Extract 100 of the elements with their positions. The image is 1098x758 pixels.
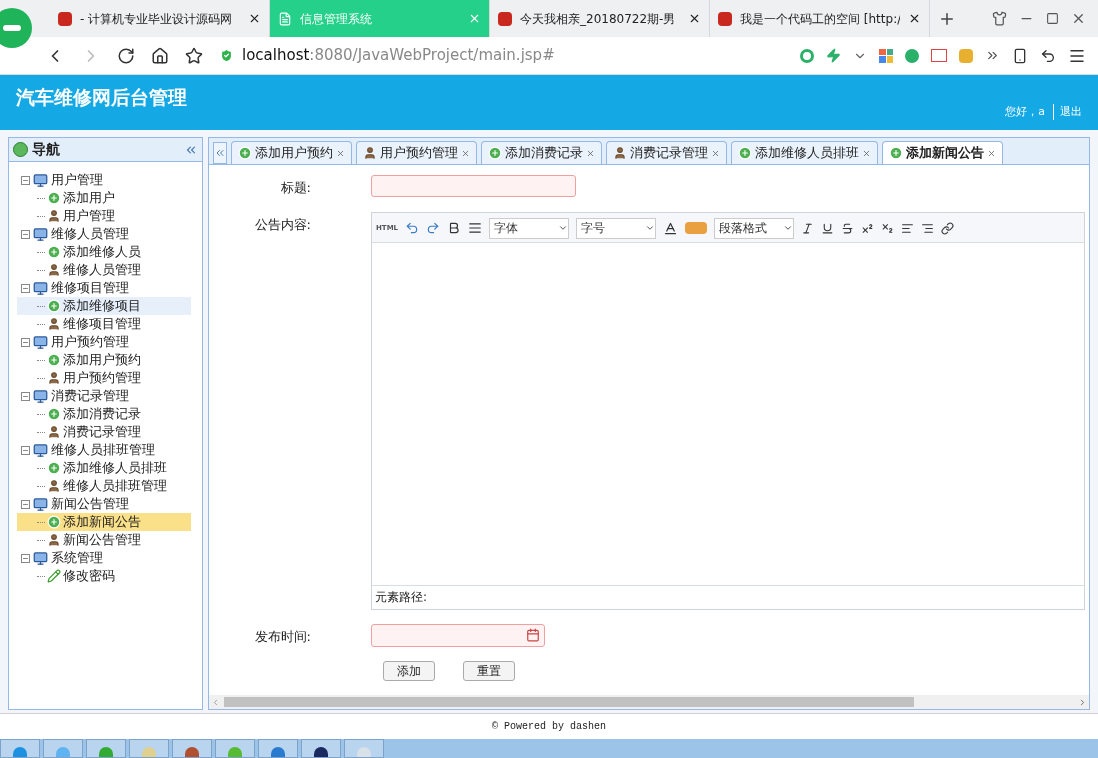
- add-icon: [47, 353, 61, 367]
- tree-group[interactable]: 维修项目管理: [51, 279, 129, 297]
- site-icon: [498, 11, 512, 26]
- taskbar-app-icon[interactable]: [301, 739, 341, 758]
- strikethrough-icon[interactable]: [841, 221, 855, 235]
- highlight-icon[interactable]: [685, 222, 708, 234]
- paragraph-select[interactable]: 段落格式: [714, 217, 795, 239]
- add-icon: [47, 299, 61, 313]
- close-icon[interactable]: [688, 12, 701, 25]
- page-tab[interactable]: 添加维修人员排班: [731, 141, 878, 164]
- tree-item[interactable]: 添加消费记录: [17, 405, 191, 423]
- size-select[interactable]: 字号: [576, 217, 657, 239]
- skin-icon[interactable]: [992, 11, 1007, 26]
- add-icon: [889, 146, 903, 160]
- home-icon[interactable]: [151, 46, 169, 65]
- title-field[interactable]: [371, 175, 576, 197]
- date-field[interactable]: [371, 623, 545, 647]
- page-tab[interactable]: 用户预约管理: [356, 141, 477, 164]
- form-button[interactable]: 重置: [463, 660, 515, 681]
- italic-icon[interactable]: [801, 221, 815, 235]
- scroll-right-icon[interactable]: [1078, 697, 1087, 707]
- tree-item[interactable]: 维修人员管理: [17, 261, 191, 279]
- reload-icon[interactable]: [117, 46, 135, 65]
- close-tab-icon[interactable]: [711, 148, 720, 158]
- tree-group[interactable]: 用户预约管理: [51, 333, 129, 351]
- form-button[interactable]: 添加: [383, 660, 435, 681]
- close-tab-icon[interactable]: [862, 148, 871, 158]
- phone-icon[interactable]: [1012, 47, 1028, 64]
- tree-item[interactable]: 添加维修人员: [17, 243, 191, 261]
- collapse-icon[interactable]: [21, 391, 30, 401]
- tree-group[interactable]: 用户管理: [51, 171, 103, 189]
- close-icon[interactable]: [908, 12, 921, 25]
- format-icon[interactable]: [468, 221, 483, 235]
- collapse-icon[interactable]: [21, 283, 30, 293]
- tree-item[interactable]: 添加新闻公告: [17, 513, 191, 531]
- person-icon: [47, 371, 61, 385]
- lightning-icon[interactable]: [826, 48, 841, 63]
- tab-title: - 计算机专业毕业设计源码网: [80, 10, 234, 28]
- tree-item[interactable]: 添加维修项目: [17, 297, 191, 315]
- superscript-icon[interactable]: [861, 221, 875, 235]
- address-field[interactable]: localhost:8080/JavaWebProject/main.jsp#: [219, 41, 784, 70]
- page-tab[interactable]: 添加用户预约: [231, 141, 352, 164]
- tree-item[interactable]: 添加用户预约: [17, 351, 191, 369]
- close-tab-icon[interactable]: [586, 148, 595, 158]
- pencil-icon: [47, 569, 61, 583]
- bold-icon[interactable]: [447, 221, 462, 235]
- align-left-icon[interactable]: [901, 221, 915, 235]
- undo-icon[interactable]: [1040, 47, 1056, 64]
- monitor-icon: [33, 442, 48, 458]
- secure-icon: [219, 48, 234, 63]
- tree-item[interactable]: 维修项目管理: [17, 315, 191, 333]
- tree-group[interactable]: 维修人员管理: [51, 225, 129, 243]
- add-icon: [488, 146, 502, 160]
- font-color-icon[interactable]: [663, 220, 679, 236]
- tree-item[interactable]: 用户管理: [17, 207, 191, 225]
- tree-item[interactable]: 添加维修人员排班: [17, 459, 191, 477]
- tree-item[interactable]: 维修人员排班管理: [17, 477, 191, 495]
- extension-icon[interactable]: [800, 48, 814, 63]
- close-tab-icon[interactable]: [987, 148, 996, 158]
- tree-group[interactable]: 维修人员排班管理: [51, 441, 155, 459]
- close-icon[interactable]: [1071, 11, 1086, 26]
- shield-icon[interactable]: [905, 48, 919, 63]
- align-right-icon[interactable]: [921, 221, 935, 235]
- horizontal-scrollbar[interactable]: [209, 695, 1089, 709]
- apps-icon[interactable]: [879, 48, 893, 63]
- collapse-icon[interactable]: [21, 229, 30, 239]
- link-icon[interactable]: [941, 221, 955, 235]
- page-tab[interactable]: 消费记录管理: [606, 141, 727, 164]
- page-tab[interactable]: 添加新闻公告: [882, 141, 1003, 164]
- add-icon: [238, 146, 252, 160]
- tree-group[interactable]: 新闻公告管理: [51, 495, 129, 513]
- underline-icon[interactable]: [821, 221, 835, 235]
- close-tab-icon[interactable]: [336, 148, 345, 158]
- tree-item[interactable]: 用户预约管理: [17, 369, 191, 387]
- calendar-icon[interactable]: [526, 628, 540, 642]
- collapse-icon[interactable]: [21, 175, 30, 185]
- browser-logo[interactable]: [0, 8, 32, 48]
- tree-group[interactable]: 消费记录管理: [51, 387, 129, 405]
- close-tab-icon[interactable]: [461, 148, 470, 158]
- collapse-icon[interactable]: [21, 499, 30, 509]
- font-select[interactable]: 字体: [489, 217, 570, 239]
- maximize-icon[interactable]: [1046, 12, 1059, 25]
- collapse-icon[interactable]: [21, 553, 30, 563]
- redo-icon[interactable]: [426, 221, 441, 235]
- scroll-left-icon[interactable]: [211, 697, 220, 707]
- close-icon[interactable]: [248, 12, 261, 25]
- tree-item[interactable]: 修改密码: [17, 567, 191, 585]
- subscript-icon[interactable]: [881, 221, 895, 235]
- tree-item[interactable]: 添加用户: [17, 189, 191, 207]
- collapse-icon[interactable]: [21, 337, 30, 347]
- collapse-icon[interactable]: [21, 445, 30, 455]
- monitor-icon: [33, 226, 48, 242]
- page-tab[interactable]: 添加消费记录: [481, 141, 602, 164]
- scroll-left-icon[interactable]: [213, 142, 227, 164]
- tree-item[interactable]: 消费记录管理: [17, 423, 191, 441]
- bookmark-icon[interactable]: [185, 46, 203, 65]
- add-icon: [47, 461, 61, 475]
- tree-group[interactable]: 系统管理: [51, 549, 103, 567]
- monitor-icon: [33, 280, 48, 296]
- tree-item[interactable]: 新闻公告管理: [17, 531, 191, 549]
